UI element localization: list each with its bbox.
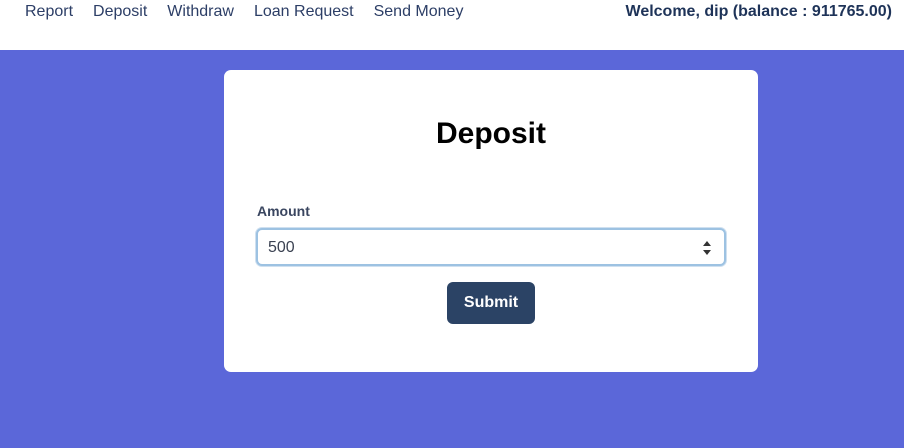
nav-link-report[interactable]: Report [15,3,83,21]
nav-link-loan-request[interactable]: Loan Request [244,3,364,21]
nav-link-withdraw[interactable]: Withdraw [157,3,244,21]
page-title: Deposit [435,117,546,150]
amount-label: Amount [257,203,310,219]
nav-link-send-money[interactable]: Send Money [364,3,474,21]
nav-links: Report Deposit Withdraw Loan Request Sen… [15,3,473,21]
amount-input[interactable] [268,237,688,259]
spinner-arrows-icon[interactable] [702,239,712,257]
welcome-balance-text: Welcome, dip (balance : 911765.00) [625,3,893,20]
top-navbar: Report Deposit Withdraw Loan Request Sen… [0,0,904,50]
submit-button[interactable]: Submit [447,282,535,324]
amount-field[interactable] [256,228,726,266]
deposit-card: Deposit Amount Submit [224,70,758,372]
nav-link-deposit[interactable]: Deposit [83,3,157,21]
